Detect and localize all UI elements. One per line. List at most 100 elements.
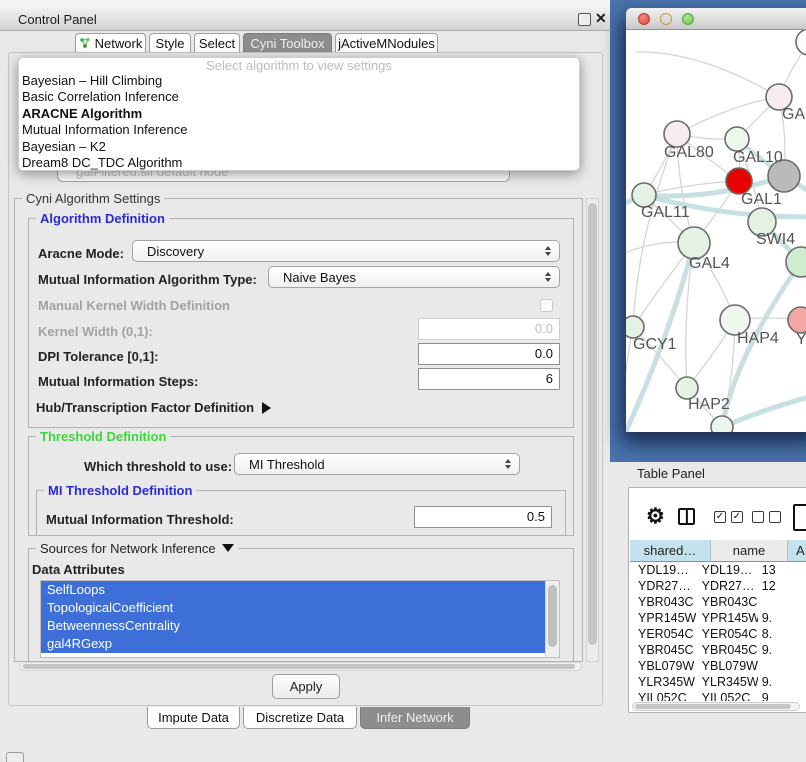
network-edge[interactable] <box>677 97 779 134</box>
table-row[interactable]: YDL19…YDL19…13 <box>630 562 806 578</box>
table-row[interactable]: YBL079WYBL079W <box>630 658 806 674</box>
attribute-item[interactable]: BetweennessCentrality <box>41 617 545 635</box>
table-cell[interactable]: YER054C <box>630 626 696 642</box>
network-node-gal10[interactable] <box>725 127 749 151</box>
select-all-columns-icon[interactable]: ✓ ✓ <box>714 511 743 523</box>
table-cell[interactable]: YDR27… <box>630 578 696 594</box>
table-cell[interactable]: YDR27… <box>696 578 758 594</box>
aracne-mode-combobox[interactable]: Discovery <box>132 240 560 262</box>
column-header-partial[interactable]: A <box>788 540 806 562</box>
kernel-width-field[interactable]: 0.0 <box>418 318 560 340</box>
table-cell[interactable]: YBR043C <box>630 594 696 610</box>
algorithm-option[interactable]: Mutual Information Inference <box>19 122 579 138</box>
table-cell[interactable]: YLR345W <box>696 674 758 690</box>
close-traffic-light[interactable] <box>638 13 650 25</box>
table-cell[interactable]: 8. <box>758 626 806 642</box>
table-cell[interactable]: YLR345W <box>630 674 696 690</box>
algorithm-option[interactable]: ARACNE Algorithm <box>19 106 579 122</box>
settings-horizontal-scrollbar[interactable] <box>20 662 582 671</box>
network-node-y[interactable] <box>788 307 806 333</box>
network-node[interactable] <box>796 30 806 55</box>
sources-collapser[interactable]: Sources for Network Inference <box>36 541 238 556</box>
hub-definition-expander[interactable]: Hub/Transcription Factor Definition <box>36 400 271 415</box>
network-window-titlebar[interactable] <box>626 8 806 30</box>
list-vertical-scrollbar[interactable] <box>545 581 559 657</box>
network-graph[interactable]: GALGAL80GAL10GAL1GAL11SWI4GAL4GCY1HAP4YH… <box>626 30 806 432</box>
collapsed-panel-icon[interactable] <box>6 752 24 762</box>
column-header-name[interactable]: name <box>711 540 788 562</box>
table-cell[interactable]: 13 <box>758 562 806 578</box>
table-horizontal-scrollbar[interactable] <box>632 702 800 711</box>
table-cell[interactable] <box>758 594 806 610</box>
zoom-traffic-light[interactable] <box>682 13 694 25</box>
table-cell[interactable]: YPR145W <box>696 610 758 626</box>
scrollbar-thumb[interactable] <box>635 704 791 709</box>
tab-impute-data[interactable]: Impute Data <box>147 707 240 729</box>
apply-button[interactable]: Apply <box>272 674 340 699</box>
scrollbar-thumb[interactable] <box>23 664 575 669</box>
table-cell[interactable]: 12 <box>758 578 806 594</box>
table-cell[interactable]: YBR043C <box>696 594 758 610</box>
table-cell[interactable]: 9 <box>758 690 806 701</box>
table-cell[interactable]: YPR145W <box>630 610 696 626</box>
table-cell[interactable]: 9. <box>758 642 806 658</box>
table-cell[interactable]: YBL079W <box>630 658 696 674</box>
table-cell[interactable]: YBR045C <box>696 642 758 658</box>
table-row[interactable]: YBR045CYBR045C9. <box>630 642 806 658</box>
table-cell[interactable]: YDL19… <box>630 562 696 578</box>
column-header-shared-name[interactable]: shared… <box>630 540 711 562</box>
dpi-tolerance-field[interactable]: 0.0 <box>418 343 560 365</box>
network-edge[interactable] <box>636 52 779 97</box>
which-threshold-combobox[interactable]: MI Threshold <box>234 453 520 475</box>
scrollbar-thumb[interactable] <box>548 585 557 647</box>
attribute-item[interactable]: gal4RGexp <box>41 635 545 653</box>
network-edge[interactable] <box>633 134 677 327</box>
table-row[interactable]: YDR27…YDR27…12 <box>630 578 806 594</box>
table-row[interactable]: YER054CYER054C8. <box>630 626 806 642</box>
attribute-item[interactable]: SelfLoops <box>41 581 545 599</box>
tab-infer-network[interactable]: Infer Network <box>360 707 470 729</box>
float-window-icon[interactable] <box>578 13 591 26</box>
table-cell[interactable]: 9. <box>758 610 806 626</box>
table-cell[interactable]: 9. <box>758 674 806 690</box>
table-cell[interactable] <box>758 658 806 674</box>
table-panel-title: Table Panel <box>637 466 705 481</box>
table-cell[interactable]: YDL19… <box>696 562 758 578</box>
table-cell[interactable]: YBR045C <box>630 642 696 658</box>
table-cell[interactable]: YIL052C <box>630 690 696 701</box>
tab-cyni-toolbox[interactable]: Cyni Toolbox <box>243 33 332 52</box>
network-edge[interactable] <box>722 388 806 427</box>
mi-type-combobox[interactable]: Naive Bayes <box>268 266 560 288</box>
tab-style[interactable]: Style <box>149 33 191 52</box>
table-cell[interactable]: YER054C <box>696 626 758 642</box>
close-icon[interactable]: ✕ <box>595 10 607 27</box>
manual-kernel-checkbox[interactable] <box>540 299 553 312</box>
table-row[interactable]: YPR145WYPR145W9. <box>630 610 806 626</box>
attribute-item[interactable]: TopologicalCoefficient <box>41 599 545 617</box>
tab-network[interactable]: Network <box>75 33 146 52</box>
settings-vertical-scrollbar[interactable] <box>586 198 599 662</box>
mi-steps-field[interactable]: 6 <box>418 368 560 390</box>
network-node[interactable] <box>711 416 733 432</box>
column-browser-icon[interactable] <box>678 508 695 525</box>
mi-threshold-field[interactable]: 0.5 <box>414 506 552 528</box>
algorithm-option[interactable]: Bayesian – K2 <box>19 139 579 155</box>
table-row[interactable]: YBR043CYBR043C <box>630 594 806 610</box>
algorithm-option[interactable]: Dream8 DC_TDC Algorithm <box>19 155 579 171</box>
table-row[interactable]: YLR345WYLR345W9. <box>630 674 806 690</box>
algorithm-option[interactable]: Basic Correlation Inference <box>19 89 579 105</box>
minimize-traffic-light[interactable] <box>660 13 672 25</box>
gear-icon[interactable]: ⚙ <box>646 504 665 529</box>
tab-select[interactable]: Select <box>194 33 240 52</box>
algorithm-option[interactable]: Bayesian – Hill Climbing <box>19 73 579 89</box>
scrollbar-thumb[interactable] <box>588 203 597 645</box>
deselect-all-columns-icon[interactable] <box>752 511 781 523</box>
tab-jactivemnodules[interactable]: jActiveMNodules <box>335 33 438 52</box>
network-node-gcy1[interactable] <box>626 316 644 338</box>
table-row[interactable]: YIL052CYIL052C9 <box>630 690 806 701</box>
document-icon[interactable] <box>793 504 806 531</box>
tab-discretize-data[interactable]: Discretize Data <box>243 707 357 729</box>
table-cell[interactable]: YBL079W <box>696 658 758 674</box>
table-cell[interactable]: YIL052C <box>696 690 758 701</box>
network-canvas[interactable]: GALGAL80GAL10GAL1GAL11SWI4GAL4GCY1HAP4YH… <box>626 30 806 432</box>
